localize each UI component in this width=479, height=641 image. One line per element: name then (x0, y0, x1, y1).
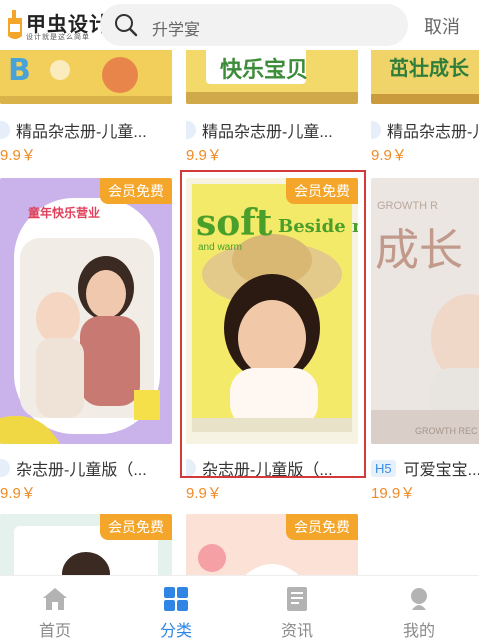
card-price: 9.9￥ (0, 147, 36, 164)
member-free-badge: 会员免费 (286, 178, 358, 204)
card-thumbnail: 会员免费 (186, 514, 358, 575)
app-logo[interactable]: 甲虫设计 设计就是这么简单 (4, 6, 109, 44)
thumbnail-headline: Beside me (278, 216, 358, 237)
tab-label: 首页 (38, 623, 71, 640)
h5-tag: H5 (371, 459, 396, 477)
card-title-row: 杂志册-儿童版（... (186, 456, 364, 480)
card-title-row: 精品杂志册-儿童... (186, 118, 364, 142)
thumbnail-subtext: and warm (198, 242, 242, 253)
search-query: 升学宴 (152, 22, 201, 39)
bullet-dot (371, 121, 381, 139)
thumbnail-headline: 成长 (375, 226, 463, 275)
thumbnail-text: 童年快乐营业 (28, 206, 101, 220)
top-bar: 甲虫设计 设计就是这么简单 升学宴 取消 (0, 0, 479, 50)
bottom-tab-bar: 首页 分类 资讯 我的 (0, 575, 479, 640)
thumbnail-text: 快乐宝贝 (220, 57, 309, 82)
thumbnail-headline: soft (196, 202, 273, 244)
bullet-dot (186, 459, 196, 477)
beetle-logo-icon (8, 10, 22, 39)
tab-category[interactable]: 分类 (121, 576, 231, 640)
bullet-dot (0, 459, 10, 477)
search-input[interactable]: 升学宴 (100, 4, 408, 46)
bullet-dot (186, 121, 196, 139)
card-thumbnail: 童年快乐营业 会员免费 (0, 178, 172, 444)
card-thumbnail: GROWTH R 成长 GROWTH REC (371, 178, 479, 444)
card-title-row: 精品杂志册-儿童... (0, 118, 178, 142)
card-thumbnail: soft Beside me and warm 会员免费 (186, 178, 358, 444)
card-title-row: 精品杂志册-儿童... (371, 118, 479, 142)
member-free-badge: 会员免费 (286, 514, 358, 540)
thumbnail-subtext: GROWTH REC (415, 426, 478, 436)
card-title: 精品杂志册-儿童... (387, 124, 479, 141)
card-title: 精品杂志册-儿童... (202, 124, 333, 141)
svg-text:B: B (8, 53, 31, 88)
news-icon (287, 587, 307, 611)
tab-home[interactable]: 首页 (0, 576, 110, 640)
tab-label: 资讯 (280, 623, 313, 640)
card-thumbnail: 会员免费 (0, 514, 172, 575)
card-price: 19.9￥ (371, 485, 416, 502)
tab-label: 分类 (159, 623, 192, 640)
template-grid: B 精品杂志册-儿童... 9.9￥ 快乐宝贝 精品杂志册-儿童... 9.9￥ (0, 0, 479, 575)
card-price: 9.9￥ (186, 485, 222, 502)
card-title: 精品杂志册-儿童... (16, 124, 147, 141)
thumbnail-subtext: GROWTH R (377, 200, 439, 212)
thumbnail-text: 茁壮成长 (389, 58, 469, 80)
category-icon (164, 587, 188, 611)
card-title: 杂志册-儿童版（... (202, 462, 333, 479)
card-price: 9.9￥ (186, 147, 222, 164)
card-price: 9.9￥ (0, 485, 36, 502)
card-price: 9.9￥ (371, 147, 407, 164)
search-icon (115, 14, 138, 37)
tab-profile[interactable]: 我的 (364, 576, 474, 640)
card-title: 可爱宝宝... (403, 462, 479, 479)
member-free-badge: 会员免费 (100, 514, 172, 540)
cancel-button[interactable]: 取消 (424, 13, 460, 39)
tab-news[interactable]: 资讯 (242, 576, 352, 640)
card-title-row: H5 可爱宝宝... (371, 456, 479, 480)
card-title-row: 杂志册-儿童版（... (0, 456, 178, 480)
home-icon (43, 588, 67, 610)
card-title: 杂志册-儿童版（... (16, 462, 147, 479)
logo-subtext: 设计就是这么简单 (26, 34, 90, 41)
profile-icon (411, 588, 427, 610)
tab-label: 我的 (402, 623, 435, 640)
bullet-dot (0, 121, 10, 139)
member-free-badge: 会员免费 (100, 178, 172, 204)
